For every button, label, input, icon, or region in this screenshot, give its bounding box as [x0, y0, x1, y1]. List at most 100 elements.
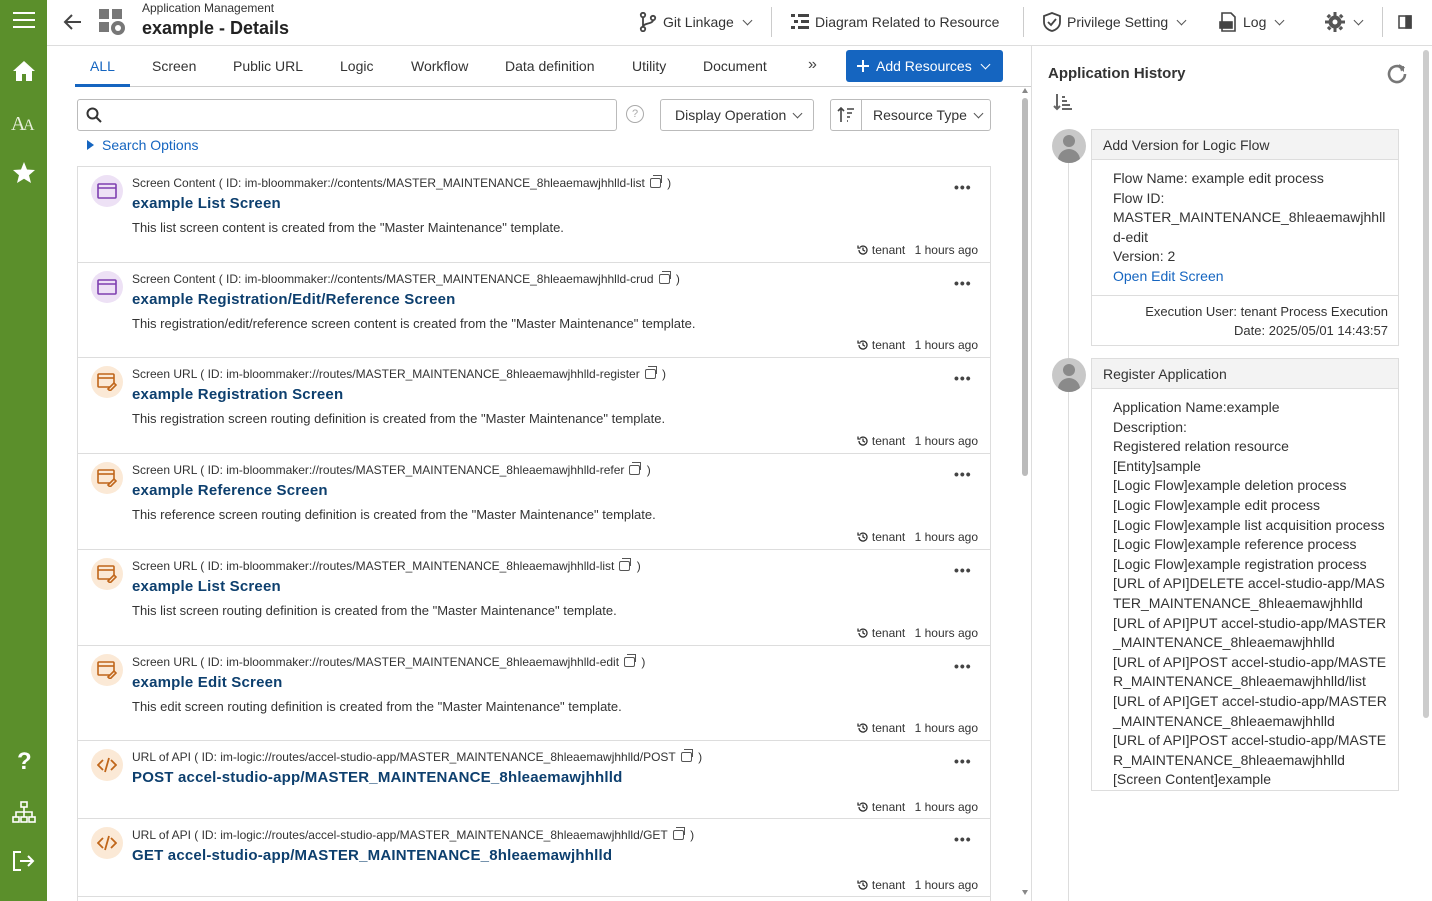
history-scrollbar[interactable]	[1423, 50, 1429, 718]
avatar	[1052, 129, 1086, 163]
resource-card[interactable]: URL of API ( ID: im-logic://routes/accel…	[78, 819, 990, 897]
more-actions-icon[interactable]: •••	[954, 370, 972, 386]
settings-button[interactable]	[1325, 8, 1364, 36]
more-actions-icon[interactable]: •••	[954, 562, 972, 578]
home-icon[interactable]	[0, 51, 47, 91]
history-sort-icon[interactable]	[1053, 93, 1073, 114]
sort-icon	[837, 106, 854, 122]
display-operation-button[interactable]: Display Operation	[660, 99, 814, 131]
more-actions-icon[interactable]: •••	[954, 179, 972, 195]
copy-icon[interactable]	[680, 749, 693, 762]
tab-document[interactable]: Document	[703, 58, 767, 74]
history-line: MASTER_MAINTENANCE_8hleaemawjhhlld-edit	[1113, 209, 1386, 245]
diagram-label: Diagram Related to Resource	[815, 14, 1000, 30]
tab-screen[interactable]: Screen	[152, 58, 196, 74]
resource-name[interactable]: example List Screen	[132, 578, 281, 595]
search-icon	[86, 107, 102, 123]
more-actions-icon[interactable]: •••	[954, 466, 972, 482]
list-scroll-down[interactable]	[1022, 890, 1028, 895]
resource-card[interactable]: Screen Content ( ID: im-bloommaker://con…	[78, 263, 990, 358]
resource-type-label: Resource Type	[873, 107, 967, 123]
gear-icon	[1325, 12, 1345, 32]
sitemap-icon[interactable]	[0, 792, 47, 832]
more-actions-icon[interactable]: •••	[954, 658, 972, 674]
active-tab-indicator	[75, 84, 130, 87]
resource-name[interactable]: example List Screen	[132, 195, 281, 212]
resource-updated: tenant 1 hours ago	[857, 721, 978, 735]
history-line: Flow Name: example edit process	[1113, 170, 1324, 186]
copy-icon[interactable]	[644, 366, 657, 379]
resource-updated: tenant 1 hours ago	[857, 626, 978, 640]
list-scroll-up[interactable]	[1022, 88, 1028, 93]
add-resources-button[interactable]: Add Resources	[846, 50, 1003, 82]
resource-type-select[interactable]: Resource Type	[861, 99, 991, 131]
diagram-icon	[791, 14, 809, 29]
tab-workflow[interactable]: Workflow	[411, 58, 468, 74]
privilege-setting-button[interactable]: Privilege Setting	[1043, 8, 1187, 36]
resource-name[interactable]: example Registration/Edit/Reference Scre…	[132, 291, 456, 308]
refresh-icon[interactable]	[1385, 62, 1409, 89]
copy-icon[interactable]	[624, 654, 637, 667]
resource-name[interactable]: example Registration Screen	[132, 386, 343, 403]
resource-card[interactable]: Screen URL ( ID: im-bloommaker://routes/…	[78, 454, 990, 550]
resource-updated: tenant 1 hours ago	[857, 434, 978, 448]
tab-logic[interactable]: Logic	[340, 58, 373, 74]
resource-card[interactable]: Screen URL ( ID: im-bloommaker://routes/…	[78, 550, 990, 646]
menu-icon[interactable]	[0, 0, 47, 40]
resource-name[interactable]: GET accel-studio-app/MASTER_MAINTENANCE_…	[132, 847, 612, 864]
diagram-button[interactable]: Diagram Related to Resource	[791, 8, 999, 36]
api-resource-icon	[91, 827, 123, 859]
resource-card[interactable]: Screen Content ( ID: im-bloommaker://con…	[78, 167, 990, 263]
copy-icon[interactable]	[629, 462, 642, 475]
history-icon	[857, 245, 868, 255]
search-help-icon[interactable]: ?	[626, 105, 644, 123]
resource-name[interactable]: example Edit Screen	[132, 674, 283, 691]
log-button[interactable]: Log	[1219, 8, 1285, 36]
more-actions-icon[interactable]: •••	[954, 753, 972, 769]
resource-updated: tenant 1 hours ago	[857, 800, 978, 814]
tab-utility[interactable]: Utility	[632, 58, 666, 74]
panel-toggle-icon[interactable]	[1398, 8, 1412, 36]
history-icon	[857, 880, 868, 890]
resource-card[interactable]: Screen URL ( ID: im-bloommaker://routes/…	[78, 358, 990, 454]
back-arrow-icon[interactable]	[61, 10, 85, 34]
search-input[interactable]	[77, 99, 617, 131]
screen-resource-icon	[91, 271, 123, 303]
open-edit-screen-link[interactable]: Open Edit Screen	[1113, 267, 1388, 287]
svg-text:?: ?	[17, 749, 32, 773]
history-icon	[857, 532, 868, 542]
copy-icon[interactable]	[649, 175, 662, 188]
history-line: [Logic Flow]example reference process	[1113, 536, 1357, 553]
star-icon[interactable]	[0, 152, 47, 192]
resource-type-id: Screen URL ( ID: im-bloommaker://routes/…	[132, 462, 651, 477]
font-icon[interactable]: AA	[0, 102, 47, 142]
resource-name[interactable]: example Reference Screen	[132, 482, 328, 499]
tab-data-definition[interactable]: Data definition	[505, 58, 595, 74]
resource-name[interactable]: POST accel-studio-app/MASTER_MAINTENANCE…	[132, 769, 622, 786]
history-title: Application History	[1048, 65, 1186, 82]
history-line: Description:	[1113, 418, 1187, 435]
expand-triangle-icon	[87, 140, 94, 150]
tab-public-url[interactable]: Public URL	[233, 58, 303, 74]
logout-icon[interactable]	[0, 841, 47, 881]
history-entry-body: Flow Name: example edit process Flow ID: M…	[1092, 160, 1398, 287]
history-entry: Add Version for Logic Flow Flow Name: ex…	[1091, 129, 1399, 346]
copy-icon[interactable]	[619, 558, 632, 571]
more-actions-icon[interactable]: •••	[954, 831, 972, 847]
copy-icon[interactable]	[658, 271, 671, 284]
resource-card[interactable]: Screen URL ( ID: im-bloommaker://routes/…	[78, 646, 990, 741]
resource-type-id: Screen Content ( ID: im-bloommaker://con…	[132, 175, 672, 190]
git-icon	[639, 12, 657, 32]
list-scrollbar[interactable]	[1022, 98, 1028, 476]
copy-icon[interactable]	[672, 827, 685, 840]
history-line: [URL of API]POST accel-studio-app/MASTER…	[1113, 653, 1387, 690]
resource-card[interactable]: URL of API ( ID: im-logic://routes/accel…	[78, 741, 990, 819]
more-actions-icon[interactable]: •••	[954, 275, 972, 291]
log-label: Log	[1243, 14, 1267, 30]
search-options-toggle[interactable]: Search Options	[87, 137, 199, 153]
more-tabs-icon[interactable]: »	[808, 56, 817, 74]
tab-all[interactable]: ALL	[90, 58, 115, 74]
help-icon[interactable]: ?	[0, 741, 47, 781]
git-linkage-button[interactable]: Git Linkage	[639, 8, 753, 36]
sort-button[interactable]	[830, 99, 862, 131]
